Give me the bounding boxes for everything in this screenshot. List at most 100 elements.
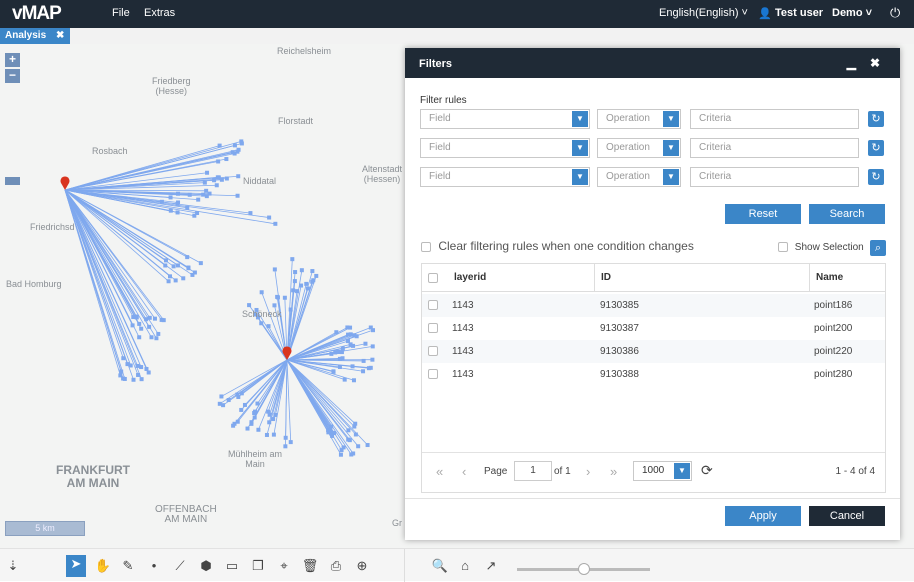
map-label: Florstadt: [278, 116, 313, 126]
cell-id: 9130386: [600, 340, 639, 363]
location-pin-icon[interactable]: [61, 176, 70, 190]
search-icon[interactable]: 🔍: [431, 557, 449, 575]
select-all-checkbox[interactable]: [428, 273, 438, 283]
zoom-slider-handle[interactable]: [5, 177, 20, 185]
criteria-input[interactable]: Criteria: [690, 138, 859, 158]
menu-extras[interactable]: Extras: [144, 7, 175, 19]
line-tool-icon[interactable]: ⟋: [171, 557, 189, 575]
slider-handle[interactable]: [578, 563, 590, 575]
home-icon[interactable]: ⌂: [456, 557, 474, 575]
point-marker: [314, 274, 318, 278]
menu-file[interactable]: File: [112, 7, 130, 19]
next-page-icon[interactable]: ›: [586, 464, 590, 479]
column-id[interactable]: ID: [594, 264, 617, 291]
user-menu[interactable]: Test user: [775, 7, 823, 19]
show-selection-option[interactable]: Show Selection: [778, 242, 864, 253]
zoom-in-button[interactable]: +: [5, 53, 20, 67]
reset-rule-icon[interactable]: ↻: [868, 169, 884, 185]
measure-icon[interactable]: ▭: [223, 557, 241, 575]
dialog-title: Filters: [419, 58, 452, 70]
cell-name: point186: [814, 294, 852, 317]
show-selection-checkbox[interactable]: [778, 242, 788, 252]
point-marker: [346, 333, 350, 337]
operation-placeholder: Operation: [606, 113, 650, 124]
row-checkbox[interactable]: [428, 346, 438, 356]
minimize-icon[interactable]: ▁: [847, 56, 856, 70]
pan-hand-icon[interactable]: ✋: [94, 557, 112, 575]
point-marker: [219, 394, 223, 398]
column-layerid[interactable]: layerid: [454, 272, 486, 283]
point-marker: [123, 377, 127, 381]
tab-label: Analysis: [5, 30, 46, 41]
page-size-select[interactable]: 1000▼: [633, 461, 692, 481]
search-button[interactable]: Search: [809, 204, 885, 224]
org-select[interactable]: Demo ˅: [832, 7, 872, 19]
point-marker: [266, 410, 270, 414]
point-marker: [304, 282, 308, 286]
table-row[interactable]: 1143 9130388 point280: [422, 363, 885, 386]
point-marker: [190, 273, 194, 277]
criteria-input[interactable]: Criteria: [690, 167, 859, 187]
point-tool-icon[interactable]: •: [145, 557, 163, 575]
operation-select[interactable]: Operation▼: [597, 167, 681, 187]
prev-page-icon[interactable]: ‹: [462, 464, 466, 479]
collapse-icon[interactable]: ⇣: [4, 557, 22, 575]
field-select[interactable]: Field▼: [420, 109, 590, 129]
table-row[interactable]: 1143 9130387 point200: [422, 317, 885, 340]
apply-button[interactable]: Apply: [725, 506, 801, 526]
select-tool-icon[interactable]: ➤: [66, 555, 86, 577]
column-name[interactable]: Name: [809, 264, 849, 291]
field-select[interactable]: Field▼: [420, 138, 590, 158]
language-select[interactable]: English(English) ˅: [659, 7, 748, 19]
criteria-input[interactable]: Criteria: [690, 109, 859, 129]
operation-select[interactable]: Operation▼: [597, 138, 681, 158]
zoom-to-selection-icon[interactable]: ⌕: [870, 240, 886, 256]
close-icon[interactable]: ✖: [870, 56, 880, 70]
first-page-icon[interactable]: «: [436, 464, 443, 479]
connection-line: [65, 190, 133, 325]
print-icon[interactable]: ⎙: [327, 557, 345, 575]
pagination: « ‹ Page 1 of 1 › » 1000▼ ⟳ 1 - 4 of 4: [422, 452, 885, 492]
operation-select[interactable]: Operation▼: [597, 109, 681, 129]
reset-rule-icon[interactable]: ↻: [868, 111, 884, 127]
field-select[interactable]: Field▼: [420, 167, 590, 187]
point-marker: [160, 318, 164, 322]
copy-icon[interactable]: ❐: [249, 557, 267, 575]
row-checkbox[interactable]: [428, 300, 438, 310]
filter-rules-label: Filter rules: [420, 95, 467, 106]
reset-button[interactable]: Reset: [725, 204, 801, 224]
eraser-icon[interactable]: ✎: [119, 557, 137, 575]
power-icon[interactable]: ⏻: [890, 5, 900, 21]
table-row[interactable]: 1143 9130385 point186: [422, 294, 885, 317]
table-row[interactable]: 1143 9130386 point220: [422, 340, 885, 363]
point-marker: [363, 342, 367, 346]
point-marker: [283, 444, 287, 448]
chevron-down-icon: ▼: [572, 111, 588, 127]
point-marker: [371, 344, 375, 348]
point-marker: [273, 222, 277, 226]
tab-analysis[interactable]: Analysis ✖: [0, 28, 70, 44]
refresh-icon[interactable]: ⟳: [701, 462, 713, 479]
field-placeholder: Field: [429, 142, 451, 153]
point-marker: [181, 276, 185, 280]
reset-rule-icon[interactable]: ↻: [868, 140, 884, 156]
row-checkbox[interactable]: [428, 323, 438, 333]
row-checkbox[interactable]: [428, 369, 438, 379]
chevron-down-icon: ▼: [572, 169, 588, 185]
polygon-tool-icon[interactable]: ⬢: [197, 557, 215, 575]
point-marker: [225, 177, 229, 181]
map-pin-icon[interactable]: ⌖: [275, 557, 293, 575]
cancel-button[interactable]: Cancel: [809, 506, 885, 526]
zoom-extent-icon[interactable]: ⊕: [353, 557, 371, 575]
clear-rules-option[interactable]: Clear filtering rules when one condition…: [421, 239, 694, 253]
close-icon[interactable]: ✖: [56, 30, 64, 41]
last-page-icon[interactable]: »: [610, 464, 617, 479]
trash-icon[interactable]: 🗑: [301, 557, 319, 575]
share-icon[interactable]: ↗: [482, 557, 500, 575]
page-input[interactable]: 1: [514, 461, 552, 481]
zoom-out-button[interactable]: −: [5, 69, 20, 83]
point-marker: [199, 261, 203, 265]
point-marker: [351, 364, 355, 368]
point-marker: [195, 211, 199, 215]
clear-rules-checkbox[interactable]: [421, 242, 431, 252]
